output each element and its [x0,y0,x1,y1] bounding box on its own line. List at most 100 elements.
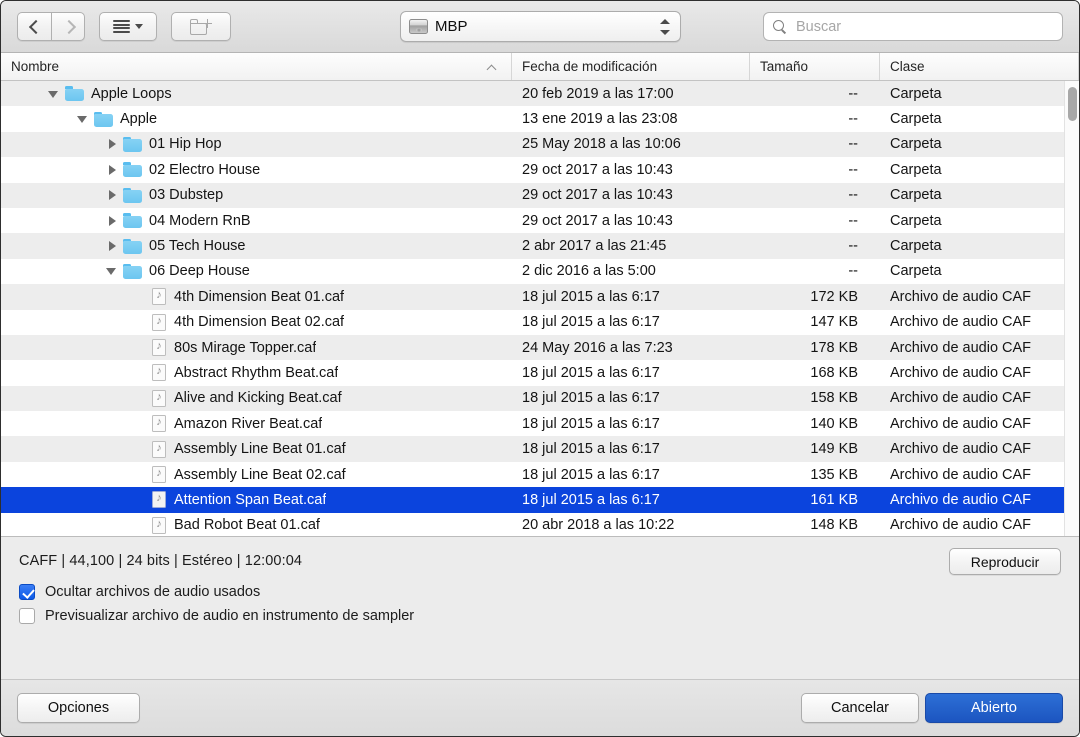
table-row[interactable]: 04 Modern RnB29 oct 2017 a las 10:43--Ca… [1,208,1079,233]
disclosure-triangle-open-icon[interactable] [76,112,90,126]
table-row[interactable]: 02 Electro House29 oct 2017 a las 10:43-… [1,157,1079,182]
table-row[interactable]: Apple13 ene 2019 a las 23:08--Carpeta [1,106,1079,131]
table-row[interactable]: Assembly Line Beat 01.caf18 jul 2015 a l… [1,436,1079,461]
cell-date: 2 dic 2016 a las 5:00 [512,263,750,279]
cell-class: Archivo de audio CAF [880,314,1079,330]
cell-size: 147 KB [750,314,880,330]
open-file-dialog: MBP Nombre Fecha de modificación Tamaño … [0,0,1080,737]
play-button[interactable]: Reproducir [949,548,1061,575]
cancel-button[interactable]: Cancelar [801,693,919,723]
cell-date: 20 feb 2019 a las 17:00 [512,86,750,102]
table-row[interactable]: 01 Hip Hop25 May 2018 a las 10:06--Carpe… [1,132,1079,157]
disclosure-spacer [134,493,148,507]
cell-size: 148 KB [750,517,880,533]
view-mode-button[interactable] [99,12,157,41]
table-row[interactable]: Attention Span Beat.caf18 jul 2015 a las… [1,487,1079,512]
cell-date: 29 oct 2017 a las 10:43 [512,162,750,178]
column-header-date[interactable]: Fecha de modificación [512,53,750,80]
table-row[interactable]: Assembly Line Beat 02.caf18 jul 2015 a l… [1,462,1079,487]
cell-size: -- [750,136,880,152]
scrollbar-thumb[interactable] [1068,87,1077,121]
cancel-button-label: Cancelar [831,700,889,716]
cell-name: Amazon River Beat.caf [1,415,512,432]
preview-sampler-checkbox[interactable] [19,608,35,624]
disclosure-spacer [134,417,148,431]
cell-date: 18 jul 2015 a las 6:17 [512,390,750,406]
cell-date: 18 jul 2015 a las 6:17 [512,289,750,305]
preview-sampler-row[interactable]: Previsualizar archivo de audio en instru… [19,608,1061,624]
info-panel: CAFF | 44,100 | 24 bits | Estéreo | 12:0… [1,537,1079,679]
hide-used-audio-label: Ocultar archivos de audio usados [45,584,260,600]
cell-name: Apple Loops [1,86,512,102]
column-header-name[interactable]: Nombre [1,53,512,80]
table-row[interactable]: Alive and Kicking Beat.caf 18 jul 2015 a … [1,386,1079,411]
folder-icon [65,86,84,101]
cell-date: 29 oct 2017 a las 10:43 [512,187,750,203]
search-input[interactable] [794,18,1053,36]
table-row[interactable]: Abstract Rhythm Beat.caf18 jul 2015 a la… [1,360,1079,385]
table-row[interactable]: Amazon River Beat.caf18 jul 2015 a las 6… [1,411,1079,436]
cell-name-label: Assembly Line Beat 02.caf [174,467,346,483]
chevron-right-icon [64,19,73,35]
cell-size: -- [750,187,880,203]
cell-name: Attention Span Beat.caf [1,491,512,508]
cell-date: 25 May 2018 a las 10:06 [512,136,750,152]
forward-button[interactable] [51,12,85,41]
hide-used-audio-checkbox[interactable] [19,584,35,600]
cell-name: Abstract Rhythm Beat.caf [1,364,512,381]
cell-size: -- [750,86,880,102]
folder-icon [123,188,142,203]
cell-date: 18 jul 2015 a las 6:17 [512,314,750,330]
cell-class: Archivo de audio CAF [880,289,1079,305]
cell-name-label: Alive and Kicking Beat.caf [174,390,342,406]
cell-date: 18 jul 2015 a las 6:17 [512,416,750,432]
disclosure-triangle-open-icon[interactable] [105,264,119,278]
toolbar: MBP [1,1,1079,53]
table-row[interactable]: 05 Tech House2 abr 2017 a las 21:45--Car… [1,233,1079,258]
disclosure-spacer [134,442,148,456]
cell-size: 158 KB [750,390,880,406]
disclosure-spacer [134,468,148,482]
table-row[interactable]: Apple Loops20 feb 2019 a las 17:00--Carp… [1,81,1079,106]
chevron-down-icon [135,24,143,29]
disclosure-triangle-closed-icon[interactable] [105,137,119,151]
cell-class: Archivo de audio CAF [880,441,1079,457]
cell-size: -- [750,162,880,178]
table-row[interactable]: 4th Dimension Beat 02.caf18 jul 2015 a l… [1,310,1079,335]
cell-size: 140 KB [750,416,880,432]
cell-class: Carpeta [880,238,1079,254]
audio-file-icon [152,517,166,534]
audio-file-icon [152,364,166,381]
table-row[interactable]: Bad Robot Beat 01.caf20 abr 2018 a las 1… [1,513,1079,537]
options-button[interactable]: Opciones [17,693,140,723]
cell-class: Archivo de audio CAF [880,390,1079,406]
table-row[interactable]: 03 Dubstep29 oct 2017 a las 10:43--Carpe… [1,183,1079,208]
list-view-icon [113,20,130,33]
back-button[interactable] [17,12,51,41]
open-button[interactable]: Abierto [925,693,1063,723]
disclosure-triangle-closed-icon[interactable] [105,239,119,253]
search-field[interactable] [763,12,1063,41]
column-header-class[interactable]: Clase [880,53,1079,80]
hide-used-audio-row[interactable]: Ocultar archivos de audio usados [19,584,1061,600]
table-row[interactable]: 80s Mirage Topper.caf24 May 2016 a las 7… [1,335,1079,360]
table-row[interactable]: 06 Deep House2 dic 2016 a las 5:00--Carp… [1,259,1079,284]
disclosure-spacer [134,366,148,380]
disclosure-triangle-closed-icon[interactable] [105,214,119,228]
cell-size: 161 KB [750,492,880,508]
column-header-size[interactable]: Tamaño [750,53,880,80]
table-row[interactable]: 4th Dimension Beat 01.caf18 jul 2015 a l… [1,284,1079,309]
location-popup-button[interactable]: MBP [400,11,681,42]
cell-name: 05 Tech House [1,238,512,254]
disclosure-triangle-closed-icon[interactable] [105,163,119,177]
cell-name-label: Apple [120,111,157,127]
file-list[interactable]: Apple Loops20 feb 2019 a las 17:00--Carp… [1,81,1079,537]
disclosure-triangle-open-icon[interactable] [47,87,61,101]
cell-date: 24 May 2016 a las 7:23 [512,340,750,356]
file-list-scrollbar[interactable] [1064,81,1079,536]
cell-name: 80s Mirage Topper.caf [1,339,512,356]
disclosure-triangle-closed-icon[interactable] [105,188,119,202]
audio-file-icon [152,415,166,432]
column-header-size-label: Tamaño [760,59,808,74]
new-folder-button[interactable] [171,12,231,41]
